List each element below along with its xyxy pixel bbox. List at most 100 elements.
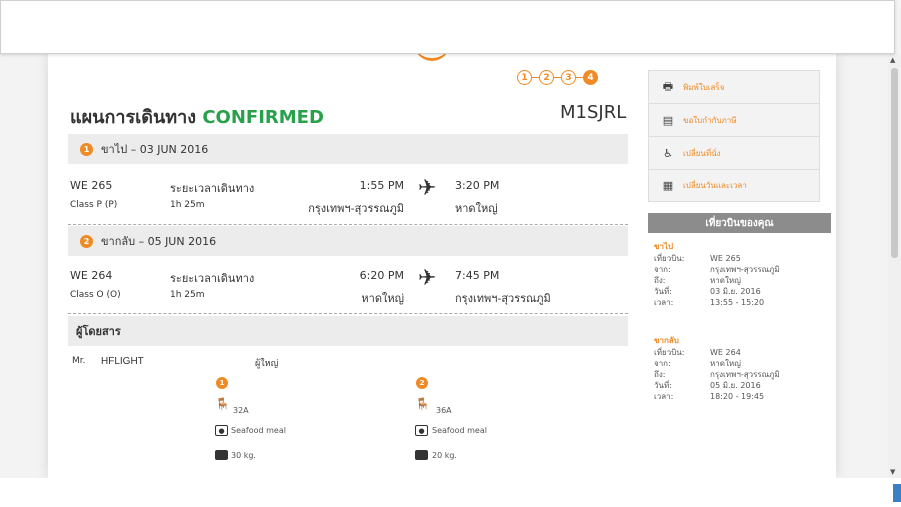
segment-2-seat: 36A: [436, 406, 452, 415]
outbound-arrive-time: 3:20 PM: [455, 179, 500, 192]
outbound-header: 1 ขาไป – 03 JUN 2016: [68, 134, 628, 164]
scroll-down-arrow-icon[interactable]: ▼: [890, 468, 895, 476]
trip-return: ขากลับ เที่ยวบิน: WE 264 จาก: หาดใหญ่ ถึง:…: [648, 332, 831, 404]
segment-2-meal: Seafood meal: [432, 426, 487, 435]
seat-icon: 🪑: [415, 397, 430, 411]
trip-return-to: กรุงเทพฯ-สุวรรณภูมิ: [710, 370, 780, 379]
vertical-scrollbar[interactable]: ▲ ▼: [888, 54, 901, 478]
top-browser-bar: [0, 0, 895, 54]
passengers-header: ผู้โดยสาร: [68, 316, 628, 346]
change-date-link[interactable]: ▦ เปลี่ยนวันและเวลา: [648, 169, 820, 202]
return-flight-number: WE 264: [70, 269, 113, 282]
booking-reference: M1SJRL: [560, 102, 627, 123]
outbound-number-badge: 1: [80, 142, 93, 156]
segment-2-badge: 2: [416, 377, 428, 389]
confirmed-status: CONFIRMED: [202, 107, 324, 128]
trip-label-from: จาก:: [654, 359, 671, 368]
divider: [68, 224, 628, 225]
trip-return-flight: WE 264: [710, 348, 741, 357]
trip-label-date: วันที่:: [654, 287, 672, 296]
return-duration: 1h 25m: [170, 290, 205, 300]
meal-icon: ●: [215, 425, 228, 436]
trip-outbound-flight: WE 265: [710, 254, 741, 263]
step-connector: [554, 77, 561, 78]
return-duration-label: ระยะเวลาเดินทาง: [170, 272, 255, 285]
action-menu: 🖶 พิมพ์ใบเสร็จ ▤ ขอใบกำกับภาษี ♿ เปลี่ยน…: [648, 70, 820, 202]
baggage-icon: [215, 450, 228, 460]
outbound-arrive-city: หาดใหญ่: [455, 202, 498, 215]
segment-1-meal: Seafood meal: [231, 426, 286, 435]
outbound-depart-city: กรุงเทพฯ-สุวรรณภูมิ: [308, 202, 404, 215]
trip-return-date: 05 มิ.ย. 2016: [710, 381, 761, 390]
outbound-depart-time: 1:55 PM: [359, 179, 404, 192]
trip-return-heading: ขากลับ: [654, 336, 679, 345]
trip-label-time: เวลา:: [654, 298, 674, 307]
step-connector: [532, 77, 539, 78]
plane-icon: ✈: [418, 266, 437, 291]
trip-outbound-heading: ขาไป: [654, 242, 674, 251]
passenger-title: Mr.: [72, 356, 86, 366]
return-depart-time: 6:20 PM: [359, 269, 404, 282]
divider: [68, 313, 628, 314]
trip-label-flight: เที่ยวบิน:: [654, 254, 685, 263]
trip-label-to: ถึง:: [654, 370, 666, 379]
meal-icon: ●: [415, 425, 428, 436]
return-header: 2 ขากลับ – 05 JUN 2016: [68, 226, 628, 256]
trip-label-date: วันที่:: [654, 381, 672, 390]
return-heading: ขากลับ – 05 JUN 2016: [101, 235, 217, 248]
trip-label-time: เวลา:: [654, 392, 674, 401]
receipt-icon: ▤: [662, 113, 674, 127]
return-depart-city: หาดใหญ่: [361, 292, 404, 305]
return-arrive-city: กรุงเทพฯ-สุวรรณภูมิ: [455, 292, 551, 305]
passenger-name: HFLIGHT: [101, 356, 144, 367]
outbound-flight-number: WE 265: [70, 179, 113, 192]
segment-1-seat: 32A: [233, 406, 249, 415]
trip-label-from: จาก:: [654, 265, 671, 274]
passengers-heading: ผู้โดยสาร: [76, 325, 121, 338]
menu-label: พิมพ์ใบเสร็จ: [683, 82, 725, 92]
title-prefix: แผนการเดินทาง: [70, 107, 197, 128]
step-3: 3: [561, 70, 576, 85]
trip-label-to: ถึง:: [654, 276, 666, 285]
page-below-area: [0, 478, 901, 507]
scroll-thumb[interactable]: [891, 68, 898, 258]
passenger-type: ผู้ใหญ่: [255, 359, 279, 369]
return-arrive-time: 7:45 PM: [455, 269, 500, 282]
step-connector: [576, 77, 583, 78]
segment-1-baggage: 30 kg.: [231, 451, 256, 460]
return-number-badge: 2: [80, 234, 93, 248]
outbound-duration: 1h 25m: [170, 200, 205, 210]
trip-label-flight: เที่ยวบิน:: [654, 348, 685, 357]
printer-icon: 🖶: [662, 79, 674, 93]
trip-return-from: หาดใหญ่: [710, 359, 741, 368]
outbound-heading: ขาไป – 03 JUN 2016: [101, 143, 209, 156]
print-receipt-link[interactable]: 🖶 พิมพ์ใบเสร็จ: [648, 70, 820, 103]
segment-1-badge: 1: [216, 377, 228, 389]
trip-return-time: 18:20 - 19:45: [710, 392, 765, 401]
segment-2-baggage: 20 kg.: [432, 451, 457, 460]
step-1: 1: [517, 70, 532, 85]
trip-outbound-to: หาดใหญ่: [710, 276, 741, 285]
plane-icon: ✈: [418, 176, 437, 201]
baggage-icon: [415, 450, 428, 460]
menu-label: เปลี่ยนวันและเวลา: [683, 181, 747, 190]
seat-icon: 🪑: [215, 397, 230, 411]
page-title: แผนการเดินทาง CONFIRMED: [70, 102, 324, 131]
menu-label: ขอใบกำกับภาษี: [683, 115, 737, 125]
trip-outbound-time: 13:55 - 15:20: [710, 298, 765, 307]
change-seat-link[interactable]: ♿ เปลี่ยนที่นั่ง: [648, 136, 820, 169]
taskbar-corner: [893, 484, 901, 502]
return-class: Class O (O): [70, 290, 121, 300]
booking-steps: 1 2 3 4: [517, 70, 598, 85]
trip-outbound-from: กรุงเทพฯ-สุวรรณภูมิ: [710, 265, 780, 274]
scroll-up-arrow-icon[interactable]: ▲: [890, 56, 895, 64]
step-4: 4: [583, 70, 598, 85]
seat-icon: ♿: [663, 146, 673, 160]
trip-outbound-date: 03 มิ.ย. 2016: [710, 287, 761, 296]
outbound-duration-label: ระยะเวลาเดินทาง: [170, 182, 255, 195]
your-trip-header: เที่ยวบินของคุณ: [648, 213, 831, 233]
calendar-icon: ▦: [662, 179, 674, 192]
step-2: 2: [539, 70, 554, 85]
menu-label: เปลี่ยนที่นั่ง: [683, 148, 721, 158]
tax-invoice-link[interactable]: ▤ ขอใบกำกับภาษี: [648, 103, 820, 136]
